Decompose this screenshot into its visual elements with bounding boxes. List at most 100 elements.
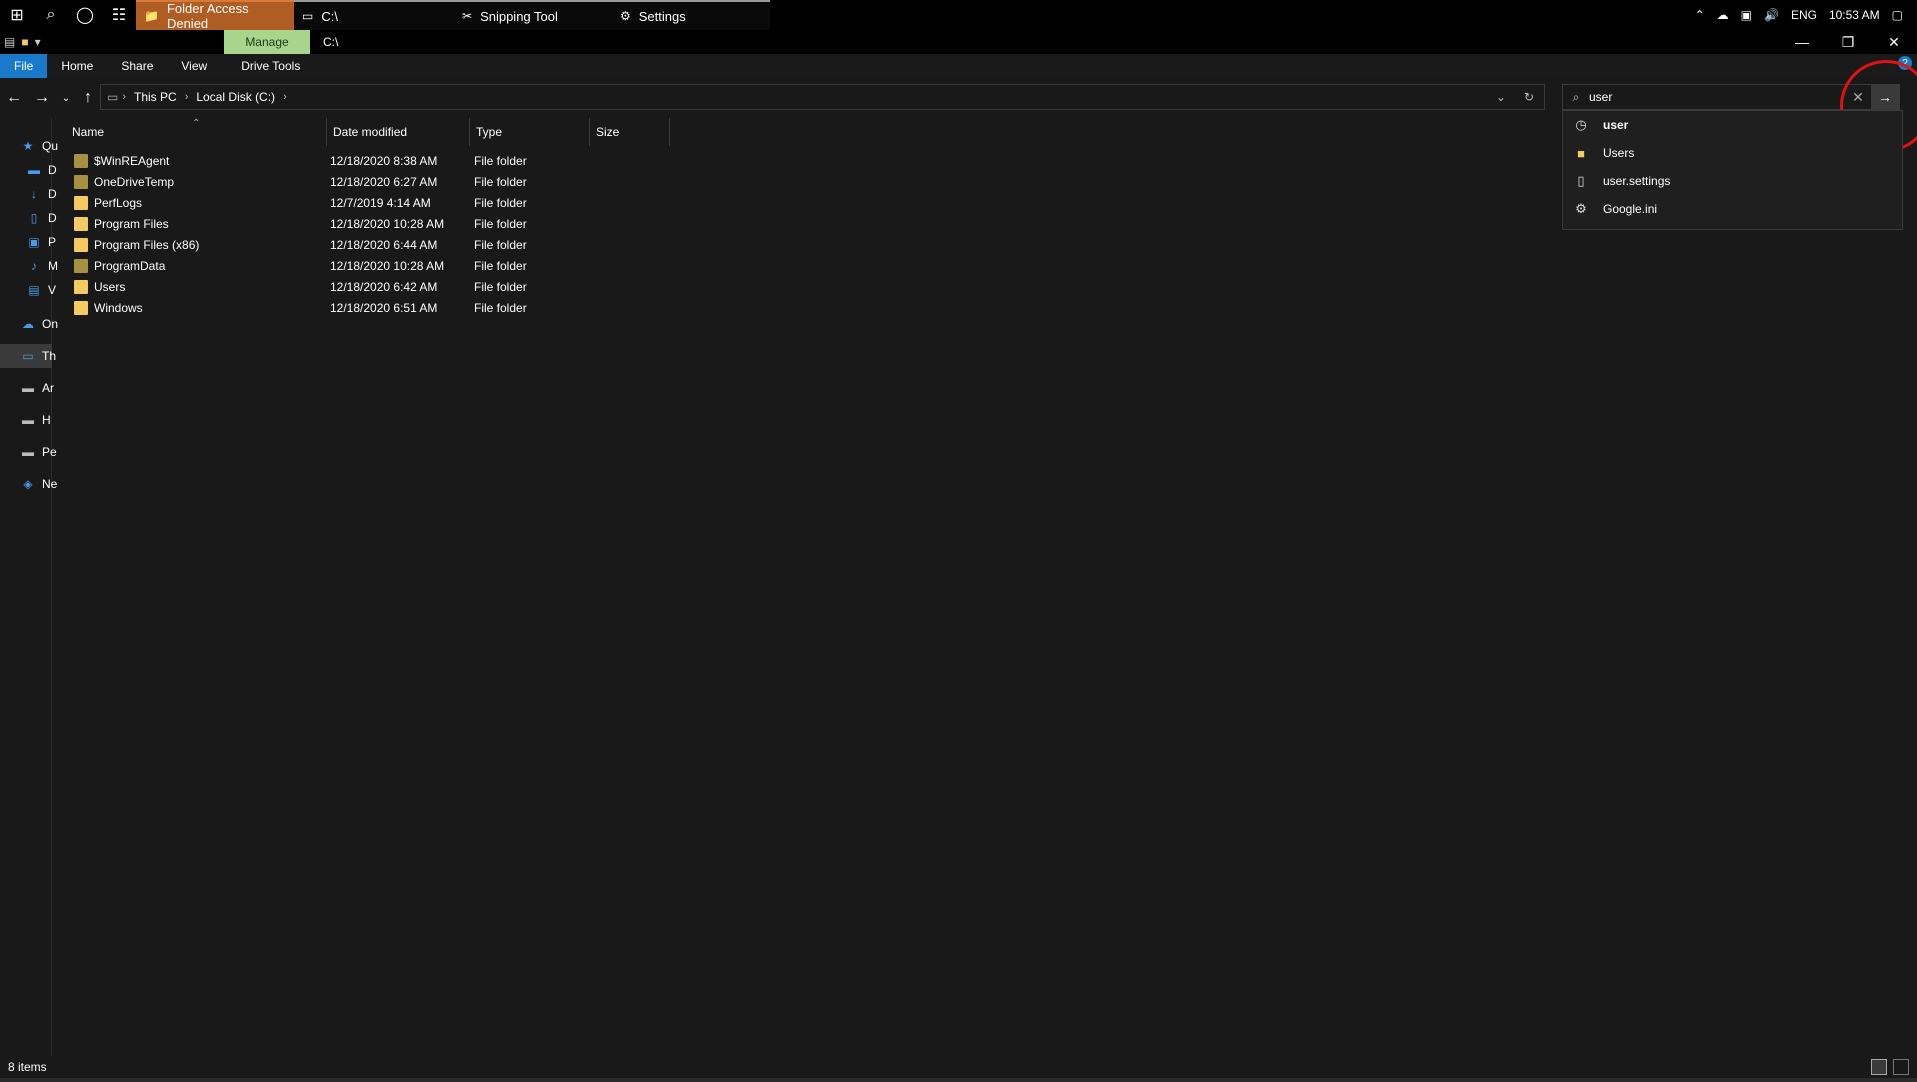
folder-icon <box>74 216 88 231</box>
suggestion-user-settings[interactable]: ▯ user.settings <box>1563 167 1902 195</box>
folder-icon: ■ <box>1577 145 1585 161</box>
customize-qat-icon[interactable]: ▾ <box>35 35 41 49</box>
breadcrumb-this-pc[interactable]: This PC <box>130 90 181 104</box>
document-icon: ▯ <box>30 211 38 225</box>
column-header-size[interactable]: Size <box>590 118 670 146</box>
taskbar-task-settings[interactable]: ⚙ Settings <box>612 0 770 30</box>
suggestion-users[interactable]: ■ Users <box>1563 139 1902 167</box>
network-icon[interactable]: ▣ <box>1741 8 1752 22</box>
computer-icon: ▭ <box>22 349 34 363</box>
minimize-button[interactable]: — <box>1779 30 1825 54</box>
clock[interactable]: 10:53 AM <box>1829 8 1880 22</box>
ribbon-tabs: File Home Share View Drive Tools <box>0 54 1917 78</box>
address-bar[interactable]: ▭ › This PC › Local Disk (C:) › ⌄ ↻ <box>100 84 1545 110</box>
search-icon[interactable]: ⌕ <box>34 0 68 30</box>
tab-manage[interactable]: Manage <box>224 30 310 54</box>
nav-onedrive[interactable]: ☁ On <box>20 314 58 334</box>
clear-search-icon[interactable]: ✕ <box>1845 89 1871 106</box>
table-row[interactable]: ProgramData 12/18/2020 10:28 AM File fol… <box>66 255 590 276</box>
window-controls: — ❐ ✕ <box>1779 30 1917 54</box>
breadcrumb-separator-icon[interactable]: › <box>118 91 130 103</box>
folder-icon <box>74 153 88 168</box>
nav-documents[interactable]: ▯ D <box>26 208 57 228</box>
picture-icon: ▣ <box>28 235 40 249</box>
window-titlebar: ▤ ■ ▾ Manage C:\ — ❐ ✕ <box>0 30 1917 54</box>
tab-home[interactable]: Home <box>47 54 107 78</box>
tab-file[interactable]: File <box>0 54 48 78</box>
onedrive-icon: ☁ <box>22 317 34 331</box>
star-icon: ★ <box>22 139 34 153</box>
music-icon: ♪ <box>31 259 37 273</box>
breadcrumb-separator-icon[interactable]: › <box>279 91 291 103</box>
table-row[interactable]: $WinREAgent 12/18/2020 8:38 AM File fold… <box>66 150 590 171</box>
column-header-date[interactable]: Date modified <box>327 118 470 146</box>
column-headers: Name Date modified Type Size <box>66 118 670 146</box>
nav-desktop[interactable]: ▬ D <box>26 160 57 180</box>
nav-downloads[interactable]: ↓ D <box>26 184 57 204</box>
breadcrumb-separator-icon[interactable]: › <box>181 91 193 103</box>
nav-network[interactable]: ◈ Ne <box>20 474 57 494</box>
up-button[interactable]: ↑ <box>78 86 98 110</box>
navigation-pane: ★ Qu ▬ D ↓ D ▯ D ▣ P ♪ M ▤ V ☁ On ▭ Th ▬ Ar ▬ H ▬ Pe… <box>0 118 58 1058</box>
taskbar: ⊞ ⌕ ◯ ☷ 📁 Folder Access Denied ▭ C:\ ✂ S… <box>0 0 1917 31</box>
tab-view[interactable]: View <box>167 54 221 78</box>
taskbar-task-c-drive[interactable]: ▭ C:\ <box>294 0 454 30</box>
properties-icon[interactable]: ▤ <box>4 35 15 49</box>
chevron-up-icon[interactable]: ⌃ <box>1695 8 1705 22</box>
quick-access-toolbar: ▤ ■ ▾ <box>0 35 41 49</box>
nav-drive-h[interactable]: ▬ H <box>20 410 51 430</box>
notification-icon[interactable]: ▢ <box>1892 8 1903 22</box>
table-row[interactable]: Program Files 12/18/2020 10:28 AM File f… <box>66 213 590 234</box>
folder-icon <box>74 195 88 210</box>
suggestion-user[interactable]: ◷ user <box>1563 111 1902 139</box>
help-icon[interactable]: ? <box>1898 56 1912 70</box>
task-view-icon[interactable]: ☷ <box>102 0 136 30</box>
desktop-icon: ▬ <box>28 163 40 177</box>
tab-share[interactable]: Share <box>107 54 167 78</box>
table-row[interactable]: Users 12/18/2020 6:42 AM File folder <box>66 276 590 297</box>
nav-drive-pe[interactable]: ▬ Pe <box>20 442 57 462</box>
nav-pictures[interactable]: ▣ P <box>26 232 56 252</box>
file-icon: ▯ <box>1577 173 1585 188</box>
taskbar-task-snipping-tool[interactable]: ✂ Snipping Tool <box>454 0 612 30</box>
snipping-icon: ✂ <box>462 9 473 23</box>
restore-button[interactable]: ❐ <box>1825 30 1871 54</box>
table-row[interactable]: OneDriveTemp 12/18/2020 6:27 AM File fol… <box>66 171 590 192</box>
taskbar-task-folder-access-denied[interactable]: 📁 Folder Access Denied <box>136 0 294 31</box>
back-button[interactable]: ← <box>4 86 24 110</box>
window-bottom-edge <box>0 1078 1917 1082</box>
nav-drive-a[interactable]: ▬ Ar <box>20 378 54 398</box>
cortana-icon[interactable]: ◯ <box>68 0 102 30</box>
new-folder-icon[interactable]: ■ <box>21 35 28 49</box>
column-header-name[interactable]: Name <box>66 118 327 146</box>
tab-drive-tools[interactable]: Drive Tools <box>227 54 314 78</box>
nav-videos[interactable]: ▤ V <box>26 280 56 300</box>
nav-quick-access[interactable]: ★ Qu <box>20 136 58 156</box>
drive-icon: ▭ <box>302 9 314 23</box>
view-switcher <box>1871 1059 1917 1075</box>
table-row[interactable]: Program Files (x86) 12/18/2020 6:44 AM F… <box>66 234 590 255</box>
close-button[interactable]: ✕ <box>1871 30 1917 54</box>
nav-this-pc[interactable]: ▭ Th <box>20 346 56 366</box>
breadcrumb-local-disk[interactable]: Local Disk (C:) <box>192 90 279 104</box>
column-header-type[interactable]: Type <box>470 118 590 146</box>
refresh-icon[interactable]: ↻ <box>1524 90 1534 104</box>
large-icons-view-icon[interactable] <box>1893 1059 1909 1075</box>
forward-button[interactable]: → <box>32 86 52 110</box>
nav-music[interactable]: ♪ M <box>26 256 58 276</box>
address-history-icon[interactable]: ⌄ <box>1496 90 1506 104</box>
suggestion-google-ini[interactable]: ⚙ Google.ini <box>1563 195 1902 223</box>
volume-icon[interactable]: 🔊 <box>1764 8 1779 22</box>
table-row[interactable]: Windows 12/18/2020 6:51 AM File folder <box>66 297 590 318</box>
details-view-icon[interactable] <box>1871 1059 1887 1075</box>
onedrive-icon[interactable]: ☁ <box>1717 8 1729 22</box>
language-indicator[interactable]: ENG <box>1791 8 1817 22</box>
recent-locations-icon[interactable]: ⌄ <box>56 86 76 110</box>
search-input[interactable] <box>1589 90 1845 104</box>
table-row[interactable]: PerfLogs 12/7/2019 4:14 AM File folder <box>66 192 590 213</box>
search-go-button[interactable]: → <box>1871 85 1899 109</box>
search-box[interactable]: ⌕ ✕ → <box>1562 84 1900 110</box>
history-icon: ◷ <box>1575 117 1587 132</box>
file-list: $WinREAgent 12/18/2020 8:38 AM File fold… <box>66 150 590 318</box>
start-icon[interactable]: ⊞ <box>0 0 34 30</box>
